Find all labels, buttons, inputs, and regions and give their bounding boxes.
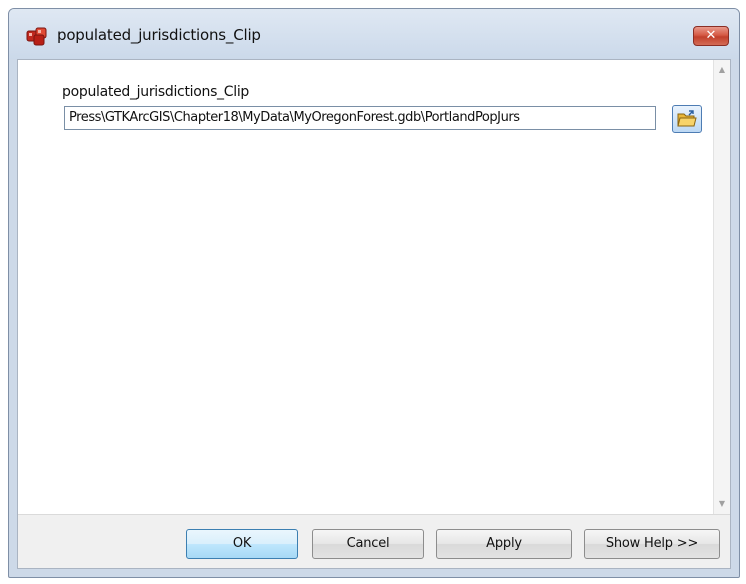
parameters-panel: populated_jurisdictions_Clip Press\GTKAr… <box>18 60 713 514</box>
scroll-down-icon[interactable]: ▼ <box>714 496 730 512</box>
button-bar: OK Cancel Apply Show Help >> <box>18 514 730 568</box>
dialog-body: populated_jurisdictions_Clip Press\GTKAr… <box>17 59 731 569</box>
output-path-field[interactable]: Press\GTKArcGIS\Chapter18\MyData\MyOrego… <box>64 106 656 130</box>
open-folder-icon <box>677 110 697 127</box>
show-help-button[interactable]: Show Help >> <box>584 529 720 559</box>
dialog-window: populated_jurisdictions_Clip ✕ populated… <box>8 8 740 578</box>
ok-button[interactable]: OK <box>186 529 298 559</box>
model-tool-icon <box>26 26 48 46</box>
cancel-button[interactable]: Cancel <box>312 529 424 559</box>
scroll-up-icon[interactable]: ▲ <box>714 62 730 78</box>
vertical-scrollbar[interactable]: ▲ ▼ <box>713 60 730 514</box>
browse-button[interactable] <box>672 105 702 133</box>
close-icon: ✕ <box>705 28 717 43</box>
window-title: populated_jurisdictions_Clip <box>57 26 261 44</box>
apply-button[interactable]: Apply <box>436 529 572 559</box>
parameter-label: populated_jurisdictions_Clip <box>62 84 249 100</box>
close-button[interactable]: ✕ <box>693 26 729 46</box>
title-bar[interactable]: populated_jurisdictions_Clip ✕ <box>9 9 739 59</box>
